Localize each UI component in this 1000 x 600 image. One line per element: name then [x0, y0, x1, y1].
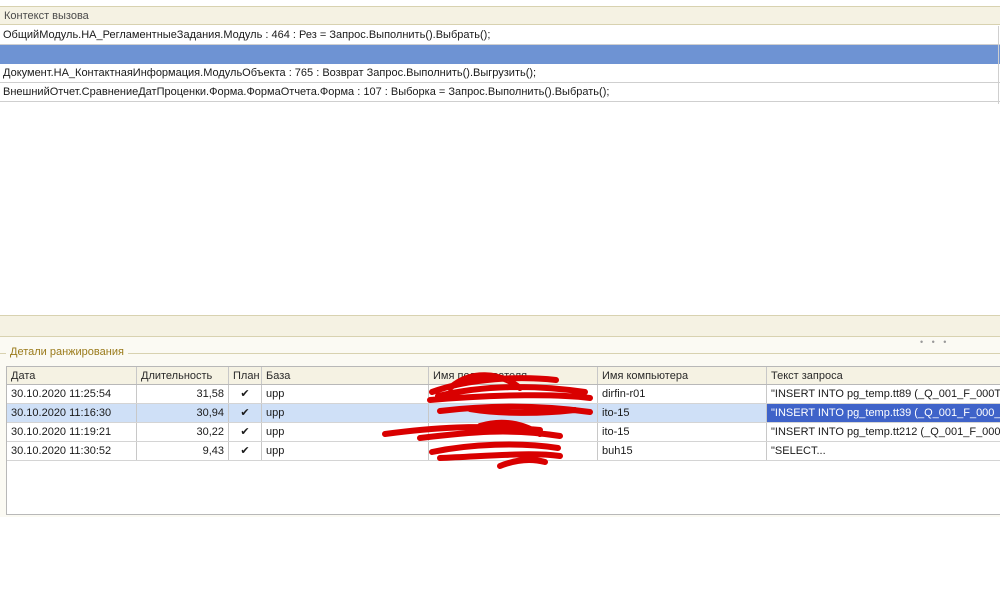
- column-header-base[interactable]: База: [262, 367, 429, 384]
- call-context-row[interactable]: ВнешнийОтчет.СравнениеДатПроценки.Форма.…: [0, 83, 1000, 102]
- cell-date: 30.10.2020 11:19:21: [7, 423, 137, 441]
- cell-base: upp: [262, 442, 429, 460]
- column-header-plan[interactable]: План: [229, 367, 262, 384]
- cell-computer: buh15: [598, 442, 767, 460]
- cell-duration: 9,43: [137, 442, 229, 460]
- column-header-user[interactable]: Имя пользователя: [429, 367, 598, 384]
- column-header-query[interactable]: Текст запроса: [767, 367, 1000, 384]
- call-context-row[interactable]: ОбщийМодуль.НА_РегламентныеЗадания.Модул…: [0, 26, 1000, 45]
- cell-computer: dirfin-r01: [598, 385, 767, 403]
- call-context-row[interactable]: Документ.НА_КонтактнаяИнформация.МодульО…: [0, 64, 1000, 83]
- cell-query-active[interactable]: "INSERT INTO pg_temp.tt39 (_Q_001_F_000_…: [767, 404, 1000, 422]
- splitter-grip-icon[interactable]: • • •: [920, 337, 949, 347]
- call-context-header: Контекст вызова: [0, 6, 1000, 25]
- table-header: Дата Длительность План База Имя пользова…: [7, 367, 1000, 385]
- group-divider: [0, 353, 1000, 354]
- cell-query: "INSERT INTO pg_temp.tt89 (_Q_001_F_000T…: [771, 388, 1000, 400]
- cell-duration: 30,94: [137, 404, 229, 422]
- cell-date: 30.10.2020 11:30:52: [7, 442, 137, 460]
- cell-base: upp: [262, 385, 429, 403]
- column-header-date[interactable]: Дата: [7, 367, 137, 384]
- cell-user: [429, 423, 598, 441]
- panel-splitter[interactable]: [0, 315, 1000, 337]
- cell-user: [429, 442, 598, 460]
- cell-user: [429, 404, 598, 422]
- plan-check-icon: ✔: [229, 404, 262, 422]
- ranking-details-table[interactable]: Дата Длительность План База Имя пользова…: [6, 366, 1000, 515]
- cell-base: upp: [262, 404, 429, 422]
- cell-query: "SELECT...: [771, 445, 826, 457]
- cell-query: "INSERT INTO pg_temp.tt212 (_Q_001_F_000…: [771, 426, 1000, 438]
- plan-check-icon: ✔: [229, 385, 262, 403]
- details-group-title: Детали ранжирования: [6, 346, 128, 358]
- table-row[interactable]: 30.10.2020 11:30:52 9,43 ✔ upp buh15 "SE…: [7, 442, 1000, 461]
- cell-base: upp: [262, 423, 429, 441]
- table-row[interactable]: 30.10.2020 11:19:21 30,22 ✔ upp ito-15 "…: [7, 423, 1000, 442]
- table-row-selected[interactable]: 30.10.2020 11:16:30 30,94 ✔ upp ito-15 "…: [7, 404, 1000, 423]
- cell-user: [429, 385, 598, 403]
- call-context-row-selected[interactable]: [0, 45, 1000, 64]
- cell-date: 30.10.2020 11:25:54: [7, 385, 137, 403]
- cell-computer: ito-15: [598, 423, 767, 441]
- table-row[interactable]: 30.10.2020 11:25:54 31,58 ✔ upp dirfin-r…: [7, 385, 1000, 404]
- column-header-duration[interactable]: Длительность: [137, 367, 229, 384]
- cell-duration: 30,22: [137, 423, 229, 441]
- column-header-computer[interactable]: Имя компьютера: [598, 367, 767, 384]
- cell-duration: 31,58: [137, 385, 229, 403]
- call-context-title: Контекст вызова: [4, 10, 89, 22]
- plan-check-icon: ✔: [229, 442, 262, 460]
- call-context-border: [998, 26, 999, 104]
- cell-date: 30.10.2020 11:16:30: [7, 404, 137, 422]
- call-context-list[interactable]: ОбщийМодуль.НА_РегламентныеЗадания.Модул…: [0, 26, 1000, 102]
- plan-check-icon: ✔: [229, 423, 262, 441]
- cell-computer: ito-15: [598, 404, 767, 422]
